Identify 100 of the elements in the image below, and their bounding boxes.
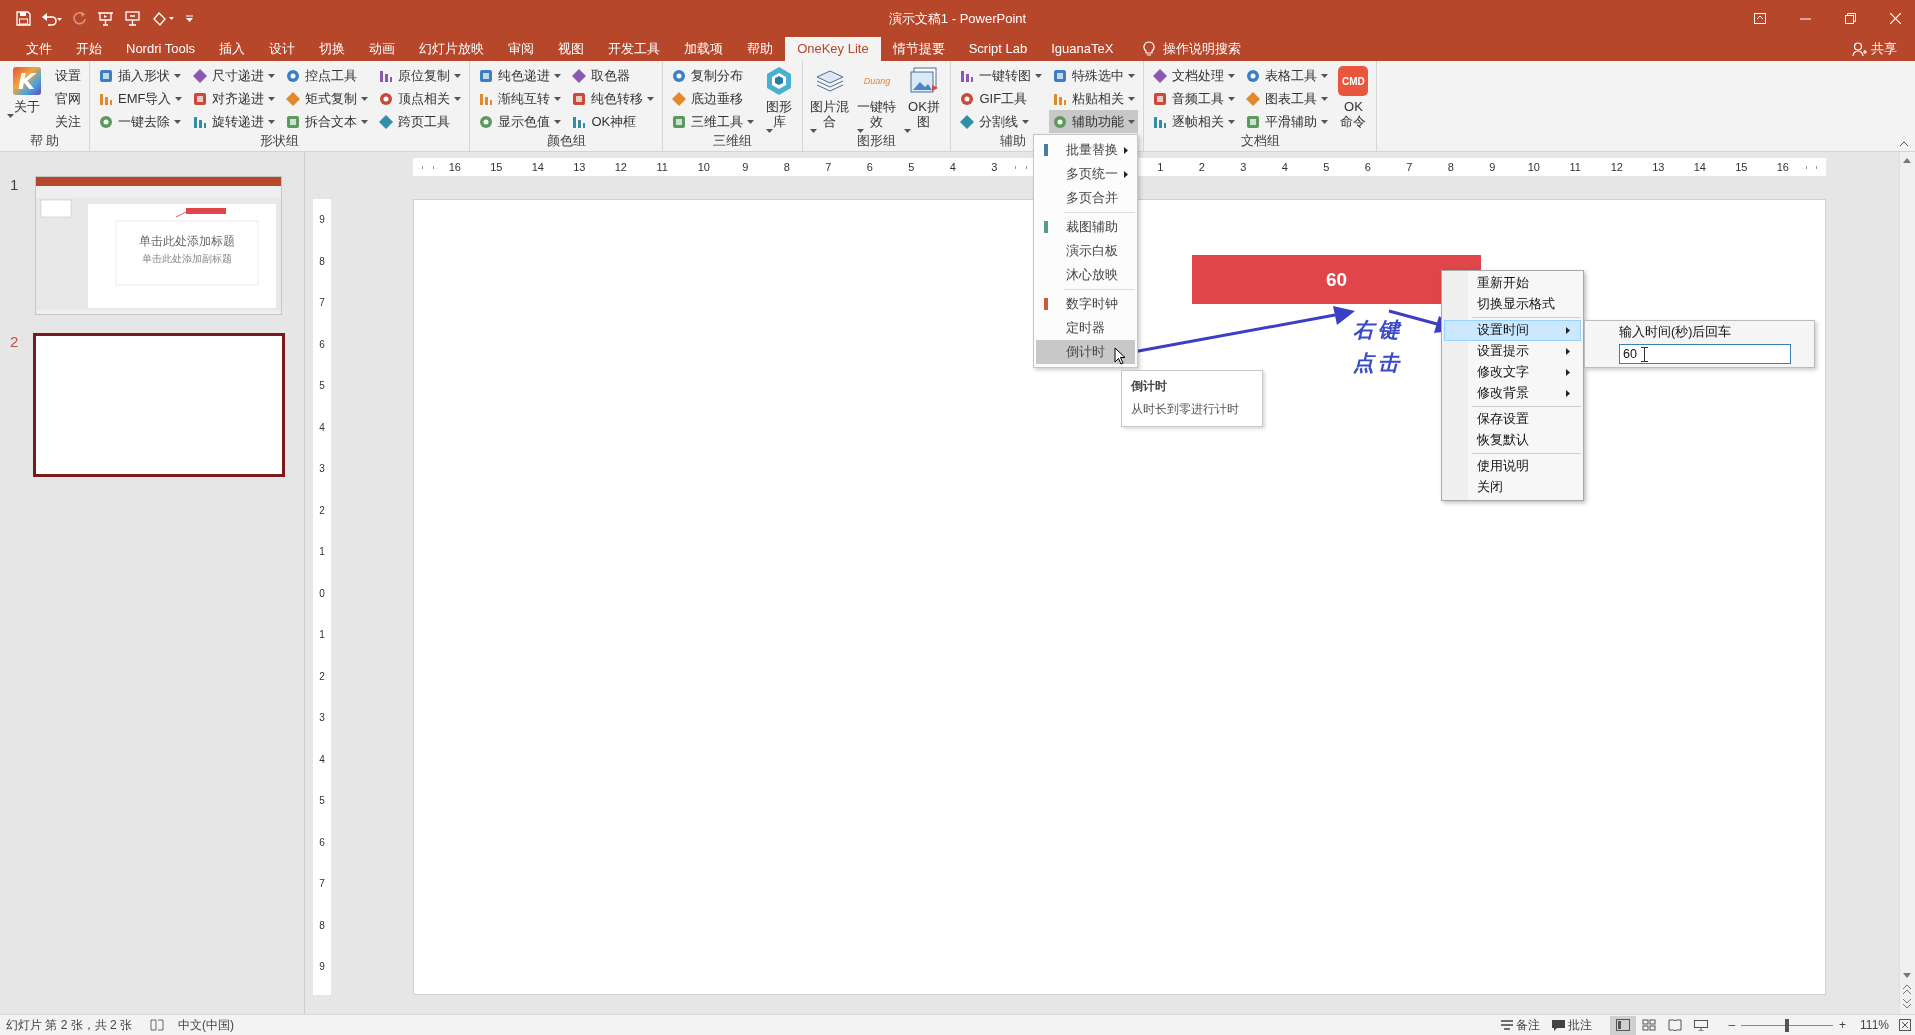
- ribbon-button[interactable]: CMD OK命令: [1335, 61, 1372, 133]
- ribbon-tab[interactable]: 开发工具: [596, 37, 673, 61]
- save-icon[interactable]: [16, 11, 31, 26]
- ribbon-button[interactable]: EMF导入: [95, 87, 186, 111]
- slide-thumbnail[interactable]: 单击此处添加标题 单击此处添加副标题: [35, 176, 282, 315]
- ribbon-button[interactable]: GIF工具: [956, 87, 1046, 111]
- menu-item[interactable]: 批量替换: [1036, 138, 1135, 162]
- ribbon-tab[interactable]: Nordri Tools: [114, 37, 208, 61]
- ribbon-tab[interactable]: 动画: [357, 37, 408, 61]
- ribbon-options-icon[interactable]: [1754, 13, 1766, 24]
- zoom-in-button[interactable]: +: [1839, 1018, 1847, 1032]
- scroll-up-icon[interactable]: [1903, 158, 1911, 163]
- menu-item[interactable]: 裁图辅助: [1036, 215, 1135, 239]
- time-input[interactable]: 60: [1619, 344, 1791, 364]
- tell-me-search[interactable]: 操作说明搜索: [1163, 40, 1242, 58]
- ribbon-tab[interactable]: 帮助: [735, 37, 786, 61]
- menu-item[interactable]: 设置时间: [1444, 320, 1581, 341]
- menu-item[interactable]: 设置提示: [1444, 341, 1581, 362]
- ribbon-button[interactable]: 图形库: [761, 61, 798, 133]
- next-slide-icon[interactable]: [1903, 999, 1911, 1008]
- ribbon-button[interactable]: 辅助功能: [1049, 110, 1139, 133]
- ribbon-button[interactable]: 底边垂移: [668, 87, 758, 111]
- ribbon-button[interactable]: 平滑辅助: [1242, 110, 1332, 133]
- menu-item[interactable]: 演示白板: [1036, 239, 1135, 263]
- ribbon-tab[interactable]: 开始: [64, 37, 114, 61]
- vertical-scrollbar[interactable]: [1899, 152, 1915, 1014]
- ribbon-tab[interactable]: 审阅: [496, 37, 547, 61]
- ribbon-tab[interactable]: 视图: [546, 37, 597, 61]
- ribbon-button[interactable]: Duang 一键特效: [855, 61, 899, 133]
- ribbon-button[interactable]: 原位复制: [375, 65, 465, 88]
- ribbon-tab[interactable]: 加载项: [672, 37, 736, 61]
- ribbon-button[interactable]: 关注: [52, 110, 84, 133]
- ribbon-button[interactable]: 设置: [52, 65, 84, 88]
- ribbon-tab[interactable]: IguanaTeX: [1039, 37, 1126, 61]
- undo-icon[interactable]: [41, 11, 63, 26]
- ribbon-button[interactable]: 一键转图: [956, 65, 1046, 88]
- scroll-down-icon[interactable]: [1903, 973, 1911, 978]
- ribbon-button[interactable]: 顶点相关: [375, 87, 465, 111]
- ribbon-tab[interactable]: 设计: [257, 37, 308, 61]
- previous-slide-icon[interactable]: [1903, 985, 1911, 994]
- ribbon-button[interactable]: 取色器: [568, 65, 658, 88]
- ribbon-button[interactable]: 纯色转移: [568, 87, 658, 111]
- slideshow-icon[interactable]: [97, 11, 114, 26]
- ribbon-button[interactable]: 粘贴相关: [1049, 87, 1139, 111]
- ribbon-button[interactable]: 旋转递进: [189, 110, 279, 133]
- ribbon-button[interactable]: 三维工具: [668, 110, 758, 133]
- menu-item[interactable]: 修改背景: [1444, 383, 1581, 404]
- ribbon-button[interactable]: 跨页工具: [375, 110, 465, 133]
- ribbon-button[interactable]: 控点工具: [282, 65, 372, 88]
- zoom-level[interactable]: 111%: [1860, 1018, 1889, 1032]
- notes-button[interactable]: 备注: [1495, 1016, 1547, 1034]
- comments-button[interactable]: 批注: [1546, 1016, 1599, 1034]
- menu-item[interactable]: 数字时钟: [1036, 292, 1135, 316]
- customize-icon[interactable]: [185, 14, 194, 23]
- menu-item[interactable]: 保存设置: [1444, 409, 1581, 430]
- ribbon-button[interactable]: 尺寸递进: [189, 65, 279, 88]
- menu-item[interactable]: 修改文字: [1444, 362, 1581, 383]
- menu-item[interactable]: 使用说明: [1444, 456, 1581, 477]
- ribbon-button[interactable]: 图表工具: [1242, 87, 1332, 111]
- collapse-icon[interactable]: [1899, 141, 1909, 147]
- ribbon-button[interactable]: 纯色递进: [475, 65, 565, 88]
- slide-thumbnail[interactable]: [33, 333, 285, 477]
- menu-item[interactable]: 倒计时: [1036, 340, 1135, 364]
- menu-item[interactable]: 关闭: [1444, 477, 1581, 498]
- ribbon-button[interactable]: 渐纯互转: [475, 87, 565, 111]
- ribbon-button[interactable]: 一键去除: [95, 110, 186, 133]
- zoom-out-button[interactable]: –: [1728, 1018, 1736, 1032]
- ribbon-button[interactable]: 插入形状: [95, 65, 186, 88]
- menu-item[interactable]: 恢复默认: [1444, 430, 1581, 451]
- menu-item[interactable]: 沐心放映: [1036, 263, 1135, 287]
- ribbon-button[interactable]: 官网: [52, 87, 84, 111]
- spellcheck-icon[interactable]: [150, 1019, 165, 1031]
- ribbon-tab[interactable]: 切换: [307, 37, 358, 61]
- zoom-slider-thumb[interactable]: [1785, 1018, 1790, 1032]
- ribbon-button[interactable]: K 关于: [5, 61, 48, 133]
- language-indicator[interactable]: 中文(中国): [178, 1016, 235, 1034]
- ribbon-button[interactable]: 文档处理: [1149, 65, 1239, 88]
- view-button[interactable]: [1610, 1015, 1637, 1035]
- ribbon-button[interactable]: 矩式复制: [282, 87, 372, 111]
- ribbon-button[interactable]: 拆合文本: [282, 110, 372, 133]
- ribbon-tab[interactable]: 幻灯片放映: [407, 37, 497, 61]
- ribbon-button[interactable]: 图片混合: [808, 61, 852, 133]
- share-button[interactable]: 共享: [1846, 37, 1915, 61]
- ribbon-tab[interactable]: 文件: [14, 37, 64, 61]
- ribbon-tab[interactable]: 情节提要: [880, 37, 957, 61]
- ribbon-button[interactable]: 特殊选中: [1049, 65, 1139, 88]
- menu-item[interactable]: 定时器: [1036, 316, 1135, 340]
- ribbon-button[interactable]: OK拼图: [902, 61, 946, 133]
- ribbon-button[interactable]: 音频工具: [1149, 87, 1239, 111]
- presenter-icon[interactable]: [124, 11, 141, 26]
- ribbon-button[interactable]: 表格工具: [1242, 65, 1332, 88]
- ribbon-tab[interactable]: OneKey Lite: [785, 37, 881, 61]
- ribbon-tab[interactable]: 插入: [207, 37, 258, 61]
- menu-item[interactable]: 多页统一: [1036, 162, 1135, 186]
- ribbon-tab[interactable]: Script Lab: [956, 37, 1040, 61]
- restore-icon[interactable]: [1845, 13, 1856, 24]
- ribbon-button[interactable]: 分割线: [956, 110, 1046, 133]
- ribbon-button[interactable]: 逐帧相关: [1149, 110, 1239, 133]
- ribbon-button[interactable]: 对齐递进: [189, 87, 279, 111]
- ribbon-button[interactable]: OK神框: [568, 110, 658, 133]
